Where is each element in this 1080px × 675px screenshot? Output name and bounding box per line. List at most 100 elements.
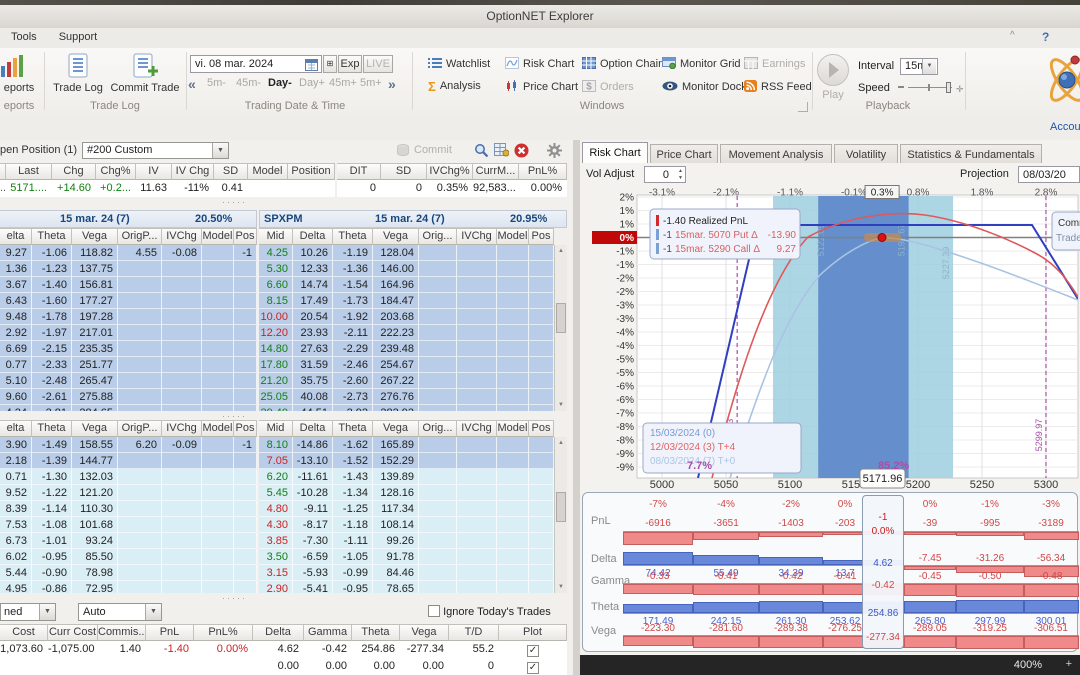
chain-row[interactable]: 7.53 -1.08 101.68 — [0, 517, 257, 533]
help-icon[interactable]: ? — [1042, 30, 1049, 44]
commit-trade-button[interactable]: Commit Trade — [108, 52, 182, 96]
chain-row[interactable]: 8.39 -1.14 110.30 — [0, 501, 257, 517]
chain-row[interactable]: 6.02 -0.95 85.50 — [0, 549, 257, 565]
chain-row[interactable]: 29.4044.51-2.92282.93 — [259, 405, 554, 411]
scroll-thumb[interactable] — [556, 491, 566, 522]
scroll-thumb[interactable] — [556, 303, 566, 334]
chain-row[interactable]: 6.43 -1.60 177.27 — [0, 293, 257, 309]
risk-chart[interactable]: 5086.735122.055192.675227.395058.735299.… — [580, 185, 1080, 495]
trading-date-field[interactable]: vi. 08 mar. 2024 — [190, 55, 322, 73]
chain-row[interactable]: 3.15 -5.93 -0.99 84.46 — [259, 565, 554, 581]
windows-toggle-analysis[interactable]: Σ Analysis — [428, 80, 481, 94]
chain-row[interactable]: 5.10 -2.48 265.47 — [0, 373, 257, 389]
panel-splitter[interactable] — [573, 140, 580, 675]
chain-row[interactable]: 0.77 -2.33 251.77 — [0, 357, 257, 373]
commit-button[interactable]: Commit — [396, 143, 456, 159]
tab-risk-chart[interactable]: Risk Chart — [582, 142, 648, 163]
windows-toggle-rss-feed[interactable]: RSS Feed — [744, 80, 812, 95]
plot-checkbox[interactable]: ✓ — [499, 642, 567, 657]
chain-row[interactable]: 4.30 -8.17 -1.18 108.14 — [259, 517, 554, 533]
scroll-up-icon[interactable]: ▲ — [555, 437, 567, 449]
live-button[interactable]: LIVE — [363, 55, 393, 73]
chain-row[interactable]: 6.73 -1.01 93.24 — [0, 533, 257, 549]
time-step-45mminus[interactable]: 45m- — [236, 77, 261, 89]
reports-button[interactable]: eports — [0, 54, 42, 96]
chain-row[interactable]: 9.52 -1.22 121.20 — [0, 485, 257, 501]
speed-slider-thumb[interactable] — [946, 82, 951, 93]
windows-toggle-price-chart[interactable]: Price Chart — [505, 80, 578, 95]
menu-item-tools[interactable]: Tools — [0, 28, 48, 48]
time-step-5mplus[interactable]: 5m+ — [360, 77, 382, 89]
chain-row[interactable]: 6.20 -11.61 -1.43 139.89 — [259, 469, 554, 485]
checkbox-box[interactable]: ✓ — [527, 662, 539, 674]
chain-row[interactable]: 6.60 14.74 -1.54 164.96 — [259, 277, 554, 293]
tab-price-chart[interactable]: Price Chart — [650, 144, 718, 163]
chain-row[interactable]: 4.80 -9.11 -1.25 117.34 — [259, 501, 554, 517]
totals-row[interactable]: 0.00 0.00 0.00 0.00 0 ✓ — [0, 658, 567, 675]
chain-row[interactable]: 3.50 -6.59 -1.05 91.78 — [259, 549, 554, 565]
windows-toggle-risk-chart[interactable]: Risk Chart — [505, 57, 574, 72]
section-splitter-handle[interactable]: ····· — [222, 197, 247, 207]
chain-row[interactable]: 4.25 10.26 -1.19 128.04 — [259, 245, 554, 261]
spinner-up-icon[interactable]: ▲ — [678, 168, 683, 174]
chain-row[interactable]: 6.69 -2.15 235.35 — [0, 341, 257, 357]
chain-row[interactable]: 4.95 -0.86 72.95 — [0, 581, 257, 593]
windows-toggle-watchlist[interactable]: Watchlist — [428, 57, 490, 72]
step-forward-icon[interactable]: » — [388, 76, 396, 92]
projection-date-field[interactable]: 08/03/20 — [1018, 166, 1080, 183]
section-splitter-handle[interactable]: ····· — [222, 593, 247, 603]
totals-row[interactable]: 1,073.60 -1,075.00 1.40 -1.40 0.00% 4.62 -0.42… — [0, 641, 567, 658]
tab-movement-analysis[interactable]: Movement Analysis — [720, 144, 832, 163]
date-expand-icon[interactable]: ⊞ — [323, 55, 337, 73]
chain-row[interactable]: 3.67 -1.40 156.81 — [0, 277, 257, 293]
chain-row[interactable]: 2.90 -5.41 -0.95 78.65 — [259, 581, 554, 593]
chain-row[interactable]: 10.00 20.54 -1.92 203.68 — [259, 309, 554, 325]
strategy-select[interactable]: #200 Custom ▼ — [82, 142, 229, 159]
dialog-launcher-icon[interactable] — [798, 102, 808, 112]
vol-adjust-spinner[interactable]: 0 ▲ ▼ — [644, 166, 686, 183]
chain-row[interactable]: 12.20 23.93 -2.11 222.23 — [259, 325, 554, 341]
scroll-down-icon[interactable]: ▼ — [555, 399, 567, 411]
account-link[interactable]: Accou — [1050, 121, 1080, 133]
chain-row[interactable]: 17.80 31.59 -2.46 254.67 — [259, 357, 554, 373]
time-step-5mminus[interactable]: 5m- — [207, 77, 226, 89]
chain-row[interactable]: 5.44 -0.90 78.98 — [0, 565, 257, 581]
summary-row[interactable]: ....5171....+14.60+0.2...11.63-11%0.41 — [0, 180, 335, 197]
menu-item-support[interactable]: Support — [48, 28, 109, 48]
chain-row[interactable]: 14.80 27.63 -2.29 239.48 — [259, 341, 554, 357]
scrollbar[interactable]: ▲ ▼ — [554, 437, 567, 593]
chain-row[interactable]: 4.24-2.81284.65 — [0, 405, 257, 411]
scrollbar[interactable]: ▲ ▼ — [554, 245, 567, 411]
chain-row[interactable]: 7.05 -13.10 -1.52 152.29 — [259, 453, 554, 469]
time-step-Dayplus[interactable]: Day+ — [299, 77, 325, 89]
ignore-trades-checkbox[interactable]: Ignore Today's Trades — [428, 605, 568, 618]
search-icon[interactable] — [474, 143, 489, 161]
chain-row[interactable]: 8.15 17.49 -1.73 184.47 — [259, 293, 554, 309]
windows-toggle-option-chain[interactable]: Option Chain — [582, 57, 664, 72]
windows-toggle-monitor-dock[interactable]: Monitor Dock — [662, 80, 747, 95]
export-grid-icon[interactable] — [494, 143, 510, 160]
chain-row[interactable]: 5.45 -10.28 -1.34 128.16 — [259, 485, 554, 501]
interval-select[interactable]: 15m ▼ — [900, 58, 938, 75]
ribbon-collapse-icon[interactable]: ^ — [1010, 30, 1015, 41]
settings-gear-icon[interactable] — [547, 143, 562, 161]
chain-row[interactable]: 2.18 -1.39 144.77 — [0, 453, 257, 469]
chain-row[interactable]: 9.48 -1.78 197.28 — [0, 309, 257, 325]
summary-right-row[interactable]: 0 0 0.35% 92,583... 0.00% — [337, 180, 567, 197]
windows-toggle-monitor-grid[interactable]: Monitor Grid — [662, 57, 741, 72]
chain-row[interactable]: 5.30 12.33 -1.36 146.00 — [259, 261, 554, 277]
calendar-icon[interactable] — [305, 58, 318, 74]
chain-row[interactable]: 25.05 40.08 -2.73 276.76 — [259, 389, 554, 405]
chain-row[interactable]: 3.90 -1.49 158.55 6.20 -0.09 -1 — [0, 437, 257, 453]
trade-log-button[interactable]: Trade Log — [48, 52, 108, 96]
time-step-Dayminus[interactable]: Day- — [268, 77, 292, 89]
position-filter-select[interactable]: ned ▼ — [0, 603, 56, 621]
tab-volatility[interactable]: Volatility — [834, 144, 898, 163]
windows-toggle-earnings[interactable]: Earnings — [744, 57, 805, 72]
zoom-in-icon[interactable]: + — [1066, 658, 1072, 670]
chain-row[interactable]: 1.36 -1.23 137.75 — [0, 261, 257, 277]
exp-button[interactable]: Exp — [338, 55, 362, 73]
chain-row[interactable]: 2.92 -1.97 217.01 — [0, 325, 257, 341]
chain-row[interactable]: 9.60 -2.61 275.88 — [0, 389, 257, 405]
play-button[interactable] — [817, 54, 849, 86]
